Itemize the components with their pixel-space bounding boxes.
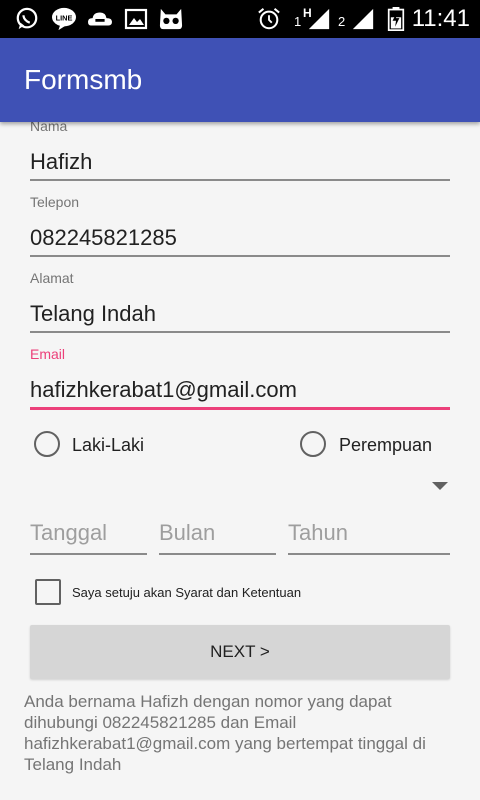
svg-text:LINE: LINE xyxy=(56,13,73,22)
agree-checkbox[interactable] xyxy=(35,579,61,605)
telepon-label: Telepon xyxy=(30,194,80,210)
email-label: Email xyxy=(30,346,66,362)
sim1-label: 1 xyxy=(294,14,302,29)
telepon-field[interactable]: Telepon 082245821285 xyxy=(30,192,450,260)
line-icon: LINE xyxy=(52,7,76,31)
battery-icon xyxy=(387,7,405,31)
next-button[interactable]: NEXT > xyxy=(30,625,450,679)
radio-perempuan[interactable] xyxy=(300,431,326,457)
radio-perempuan-label[interactable]: Perempuan xyxy=(339,435,432,456)
cloud-icon xyxy=(88,12,112,26)
signal-sim1-icon xyxy=(308,8,330,30)
telepon-value[interactable]: 082245821285 xyxy=(30,225,177,251)
alamat-label: Alamat xyxy=(30,270,74,286)
telepon-underline xyxy=(30,255,450,257)
bulan-input[interactable]: Bulan xyxy=(159,520,215,546)
nama-underline xyxy=(30,179,450,181)
nama-field[interactable]: Nama Hafizh xyxy=(30,114,450,184)
whatsapp-icon xyxy=(16,7,38,30)
summary-text: Anda bernama Hafizh dengan nomor yang da… xyxy=(24,692,426,774)
tanggal-input[interactable]: Tanggal xyxy=(30,520,107,546)
alamat-value[interactable]: Telang Indah xyxy=(30,301,156,327)
alamat-underline xyxy=(30,331,450,333)
app-bar: Formsmb xyxy=(0,38,480,122)
agree-label[interactable]: Saya setuju akan Syarat dan Ketentuan xyxy=(72,585,301,600)
gallery-icon xyxy=(124,8,148,30)
bulan-underline xyxy=(159,553,276,555)
dropdown-arrow-icon[interactable] xyxy=(432,482,448,490)
cyanogen-icon xyxy=(159,8,183,30)
sim2-label: 2 xyxy=(338,14,346,29)
radio-laki-laki[interactable] xyxy=(34,431,60,457)
app-title: Formsmb xyxy=(24,64,143,95)
email-value[interactable]: hafizhkerabat1@gmail.com xyxy=(30,377,297,403)
tanggal-underline xyxy=(30,553,147,555)
tahun-underline xyxy=(288,553,450,555)
signal-sim2-icon xyxy=(352,8,374,30)
nama-value[interactable]: Hafizh xyxy=(30,149,92,175)
alarm-icon xyxy=(258,8,280,30)
tahun-input[interactable]: Tahun xyxy=(288,520,348,546)
clock-time: 11:41 xyxy=(411,5,470,32)
status-bar: LINE 1 H 2 11:41 xyxy=(0,0,480,38)
email-underline xyxy=(30,407,450,410)
email-field[interactable]: Email hafizhkerabat1@gmail.com xyxy=(30,344,450,412)
alamat-field[interactable]: Alamat Telang Indah xyxy=(30,268,450,336)
radio-laki-laki-label[interactable]: Laki-Laki xyxy=(72,435,144,456)
